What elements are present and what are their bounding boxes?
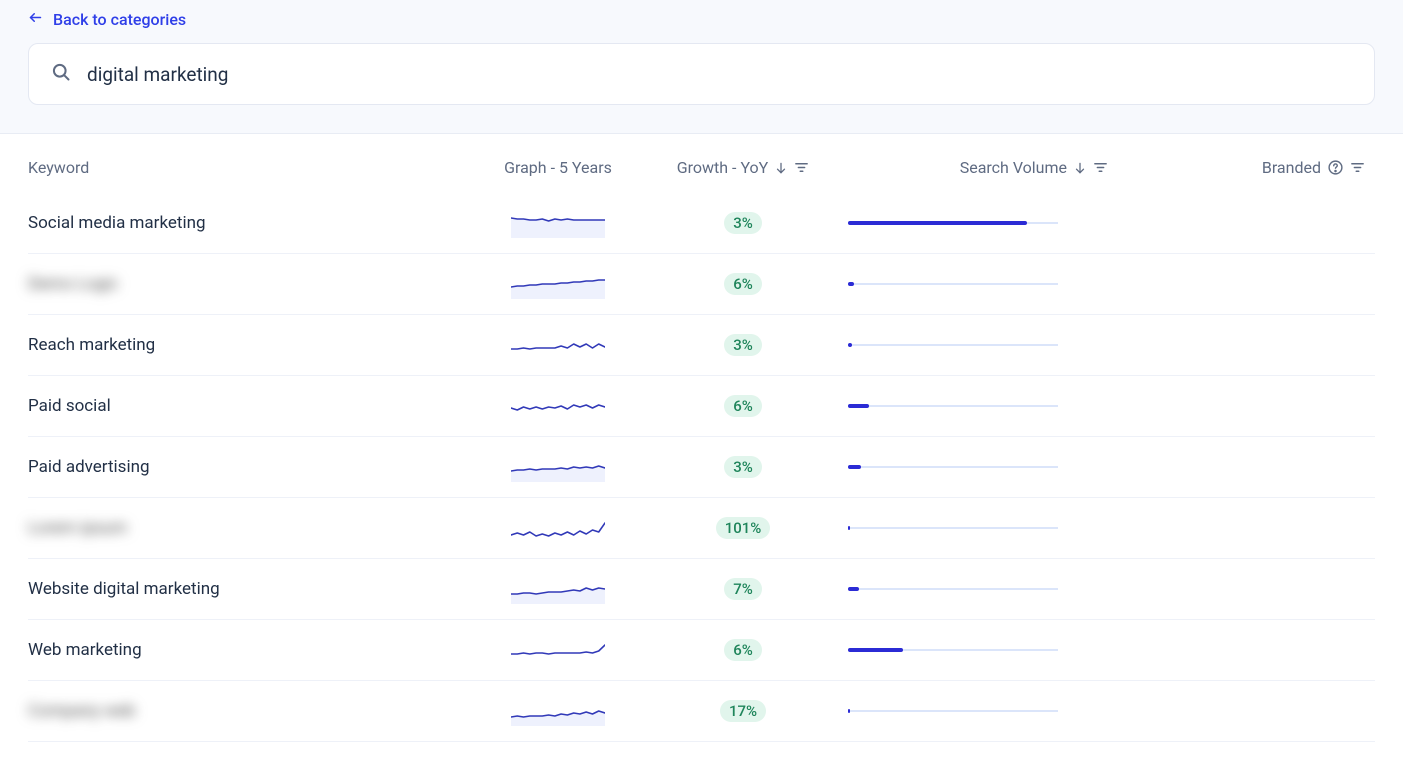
growth-badge: 6%: [724, 273, 762, 295]
keyword-cell: Social media marketing: [28, 213, 478, 233]
column-keyword[interactable]: Keyword: [28, 158, 478, 177]
growth-cell: 17%: [638, 700, 848, 722]
volume-bar: [848, 222, 1058, 224]
keyword-cell: Web marketing: [28, 640, 478, 660]
column-graph[interactable]: Graph - 5 Years: [478, 158, 638, 177]
volume-bar: [848, 405, 1058, 407]
keyword-cell: Lorem ipsum: [28, 518, 478, 538]
trend-sparkline: [478, 513, 638, 543]
help-icon[interactable]: [1327, 159, 1344, 176]
growth-cell: 7%: [638, 578, 848, 600]
volume-bar: [848, 710, 1058, 712]
growth-badge: 3%: [724, 456, 762, 478]
growth-cell: 3%: [638, 334, 848, 356]
trend-sparkline: [478, 696, 638, 726]
keyword-cell: Website digital marketing: [28, 579, 478, 599]
trend-sparkline: [478, 635, 638, 665]
trend-sparkline: [478, 391, 638, 421]
filter-icon[interactable]: [1350, 160, 1365, 175]
growth-badge: 3%: [724, 334, 762, 356]
trend-sparkline: [478, 330, 638, 360]
column-volume-label: Search Volume: [960, 158, 1067, 177]
table-row[interactable]: Demo Logic 6%: [28, 254, 1375, 315]
header-section: Back to categories: [0, 0, 1403, 134]
volume-bar-fill: [848, 526, 850, 530]
search-input[interactable]: [87, 63, 1352, 86]
table-row[interactable]: Company web 17%: [28, 681, 1375, 742]
volume-bar-fill: [848, 221, 1027, 225]
filter-icon[interactable]: [794, 160, 809, 175]
arrow-down-icon: [1073, 161, 1087, 175]
growth-cell: 101%: [638, 517, 848, 539]
volume-cell: [848, 466, 1138, 468]
volume-bar: [848, 588, 1058, 590]
column-branded[interactable]: Branded: [1138, 158, 1375, 177]
growth-cell: 6%: [638, 639, 848, 661]
search-bar[interactable]: [28, 43, 1375, 105]
volume-cell: [848, 527, 1138, 529]
table-row[interactable]: Web marketing 6%: [28, 620, 1375, 681]
volume-bar: [848, 344, 1058, 346]
volume-cell: [848, 649, 1138, 651]
growth-badge: 3%: [724, 212, 762, 234]
table-row[interactable]: Website digital marketing 7%: [28, 559, 1375, 620]
growth-cell: 6%: [638, 395, 848, 417]
column-volume[interactable]: Search Volume: [848, 158, 1138, 177]
column-keyword-label: Keyword: [28, 158, 89, 177]
volume-bar: [848, 649, 1058, 651]
back-to-categories-link[interactable]: Back to categories: [28, 0, 186, 43]
growth-badge: 6%: [724, 639, 762, 661]
volume-cell: [848, 344, 1138, 346]
growth-badge: 101%: [716, 517, 771, 539]
growth-cell: 6%: [638, 273, 848, 295]
filter-icon[interactable]: [1093, 160, 1108, 175]
column-growth-label: Growth - YoY: [677, 158, 769, 177]
growth-cell: 3%: [638, 212, 848, 234]
growth-badge: 7%: [724, 578, 762, 600]
table-row[interactable]: Social media marketing 3%: [28, 193, 1375, 254]
volume-bar-fill: [848, 404, 869, 408]
volume-bar: [848, 283, 1058, 285]
column-graph-label: Graph - 5 Years: [504, 158, 612, 177]
column-growth[interactable]: Growth - YoY: [638, 158, 848, 177]
volume-bar-fill: [848, 465, 861, 469]
volume-cell: [848, 222, 1138, 224]
table-row[interactable]: Paid social 6%: [28, 376, 1375, 437]
volume-bar: [848, 466, 1058, 468]
table-row[interactable]: Paid advertising 3%: [28, 437, 1375, 498]
volume-cell: [848, 588, 1138, 590]
volume-bar-fill: [848, 587, 859, 591]
table-row[interactable]: Reach marketing 3%: [28, 315, 1375, 376]
back-link-label: Back to categories: [53, 10, 186, 29]
growth-badge: 6%: [724, 395, 762, 417]
table-row[interactable]: Lorem ipsum 101%: [28, 498, 1375, 559]
volume-bar-fill: [848, 343, 852, 347]
keyword-cell: Demo Logic: [28, 274, 478, 294]
volume-bar-fill: [848, 282, 854, 286]
volume-bar-fill: [848, 709, 850, 713]
table-header: Keyword Graph - 5 Years Growth - YoY Sea…: [28, 134, 1375, 193]
volume-cell: [848, 283, 1138, 285]
volume-bar: [848, 527, 1058, 529]
keyword-cell: Company web: [28, 701, 478, 721]
results-table: Keyword Graph - 5 Years Growth - YoY Sea…: [0, 134, 1403, 742]
volume-cell: [848, 405, 1138, 407]
keyword-cell: Reach marketing: [28, 335, 478, 355]
keyword-cell: Paid advertising: [28, 457, 478, 477]
trend-sparkline: [478, 452, 638, 482]
search-icon: [51, 62, 71, 86]
growth-badge: 17%: [720, 700, 766, 722]
arrow-down-icon: [774, 161, 788, 175]
table-body: Social media marketing 3% Demo Logic 6% Reac…: [28, 193, 1375, 742]
trend-sparkline: [478, 574, 638, 604]
column-branded-label: Branded: [1262, 158, 1321, 177]
volume-bar-fill: [848, 648, 903, 652]
arrow-left-icon: [28, 10, 43, 29]
trend-sparkline: [478, 208, 638, 238]
keyword-cell: Paid social: [28, 396, 478, 416]
growth-cell: 3%: [638, 456, 848, 478]
trend-sparkline: [478, 269, 638, 299]
volume-cell: [848, 710, 1138, 712]
